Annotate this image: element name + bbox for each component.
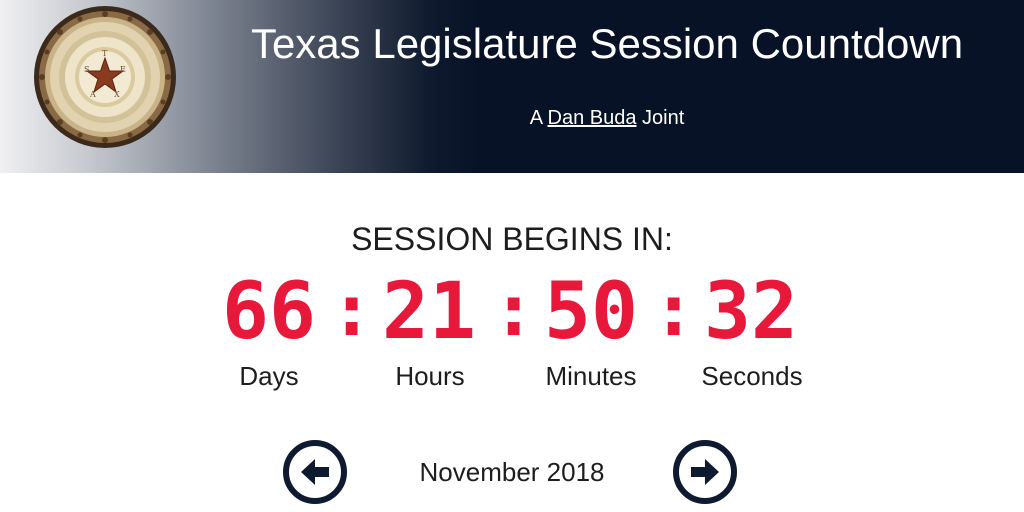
byline: A Dan Buda Joint — [190, 106, 1024, 130]
capitol-dome-seal-icon: T E X A S — [34, 6, 176, 148]
svg-text:T: T — [102, 49, 108, 58]
site-header: T E X A S Texas Legislature Session Countdo… — [0, 0, 1024, 173]
svg-text:E: E — [120, 65, 126, 74]
countdown-timer: 66 : 21 : 50 : 32 — [0, 268, 1024, 358]
svg-text:X: X — [114, 90, 120, 99]
page-title: Texas Legislature Session Countdown — [250, 20, 964, 67]
seconds-label: Seconds — [701, 361, 803, 391]
hours-label: Hours — [395, 361, 465, 391]
separator: : — [492, 268, 536, 352]
byline-suffix: Joint — [642, 107, 685, 129]
current-month-label: November 2018 — [419, 457, 605, 487]
separator: : — [652, 268, 696, 352]
countdown-heading: SESSION BEGINS IN: — [351, 221, 673, 257]
days-label: Days — [239, 361, 299, 391]
minutes-label: Minutes — [545, 361, 637, 391]
next-month-button[interactable] — [673, 440, 737, 504]
hours-value: 21 — [382, 267, 476, 357]
minutes-value: 50 — [544, 267, 638, 357]
author-link[interactable]: Dan Buda — [548, 107, 637, 129]
days-value: 66 — [222, 267, 316, 357]
arrow-right-icon — [691, 459, 719, 485]
byline-prefix: A — [529, 107, 542, 129]
svg-text:S: S — [84, 65, 89, 74]
svg-text:A: A — [89, 90, 96, 99]
separator: : — [330, 268, 374, 352]
seconds-value: 32 — [704, 267, 798, 357]
